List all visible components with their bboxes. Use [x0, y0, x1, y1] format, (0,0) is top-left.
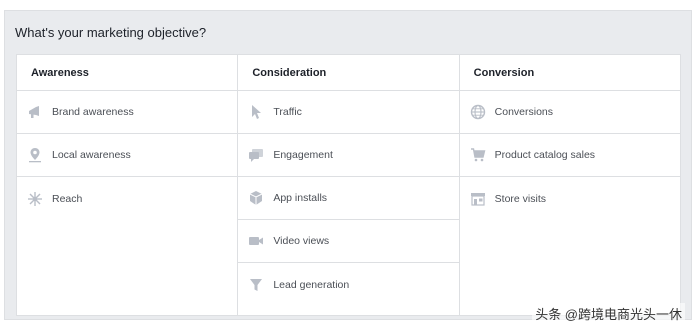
- store-icon: [470, 191, 486, 207]
- video-camera-icon: [248, 233, 264, 249]
- chat-bubbles-icon: [248, 147, 264, 163]
- objective-lead-generation[interactable]: Lead generation: [238, 263, 458, 306]
- objective-label: Local awareness: [52, 149, 131, 161]
- objective-label: Video views: [273, 235, 330, 247]
- objective-label: Brand awareness: [52, 106, 134, 118]
- objective-label: Engagement: [273, 149, 333, 161]
- objective-video-views[interactable]: Video views: [238, 220, 459, 263]
- objective-panel: What's your marketing objective? Awarene…: [4, 10, 692, 320]
- column-conversion: Conversion Conversions Product catalog s…: [458, 55, 680, 315]
- objective-brand-awareness[interactable]: Brand awareness: [17, 91, 238, 134]
- objective-reach[interactable]: Reach: [17, 177, 237, 220]
- objective-store-visits[interactable]: Store visits: [460, 177, 680, 220]
- objective-grid: Awareness Brand awareness Local awarenes…: [16, 54, 681, 316]
- objective-label: Traffic: [273, 106, 302, 118]
- objective-local-awareness[interactable]: Local awareness: [17, 134, 238, 177]
- objective-label: Product catalog sales: [494, 149, 596, 161]
- objective-label: Reach: [52, 192, 83, 205]
- column-header-consideration: Consideration: [238, 55, 459, 91]
- objective-app-installs[interactable]: App installs: [238, 177, 459, 220]
- objective-label: Conversions: [494, 106, 554, 118]
- objective-conversions[interactable]: Conversions: [459, 91, 680, 134]
- location-pin-icon: [27, 147, 43, 163]
- objective-traffic[interactable]: Traffic: [238, 91, 459, 134]
- objective-label: App installs: [273, 192, 328, 204]
- reach-asterisk-icon: [27, 191, 43, 207]
- funnel-icon: [248, 277, 264, 293]
- page-title: What's your marketing objective?: [15, 25, 207, 40]
- objective-label: Lead generation: [273, 278, 350, 291]
- objective-label: Store visits: [494, 192, 547, 205]
- box-icon: [248, 190, 264, 206]
- cursor-icon: [248, 104, 264, 120]
- objective-product-catalog-sales[interactable]: Product catalog sales: [459, 134, 680, 177]
- column-consideration: Consideration Traffic Engagement App ins…: [237, 55, 459, 315]
- column-header-awareness: Awareness: [17, 55, 238, 91]
- column-header-conversion: Conversion: [459, 55, 680, 91]
- globe-icon: [470, 104, 486, 120]
- shopping-cart-icon: [470, 147, 486, 163]
- megaphone-icon: [27, 104, 43, 120]
- watermark-text: 头条 @跨境电商光头一休: [532, 303, 685, 324]
- objective-engagement[interactable]: Engagement: [238, 134, 459, 177]
- column-awareness: Awareness Brand awareness Local awarenes…: [17, 55, 238, 315]
